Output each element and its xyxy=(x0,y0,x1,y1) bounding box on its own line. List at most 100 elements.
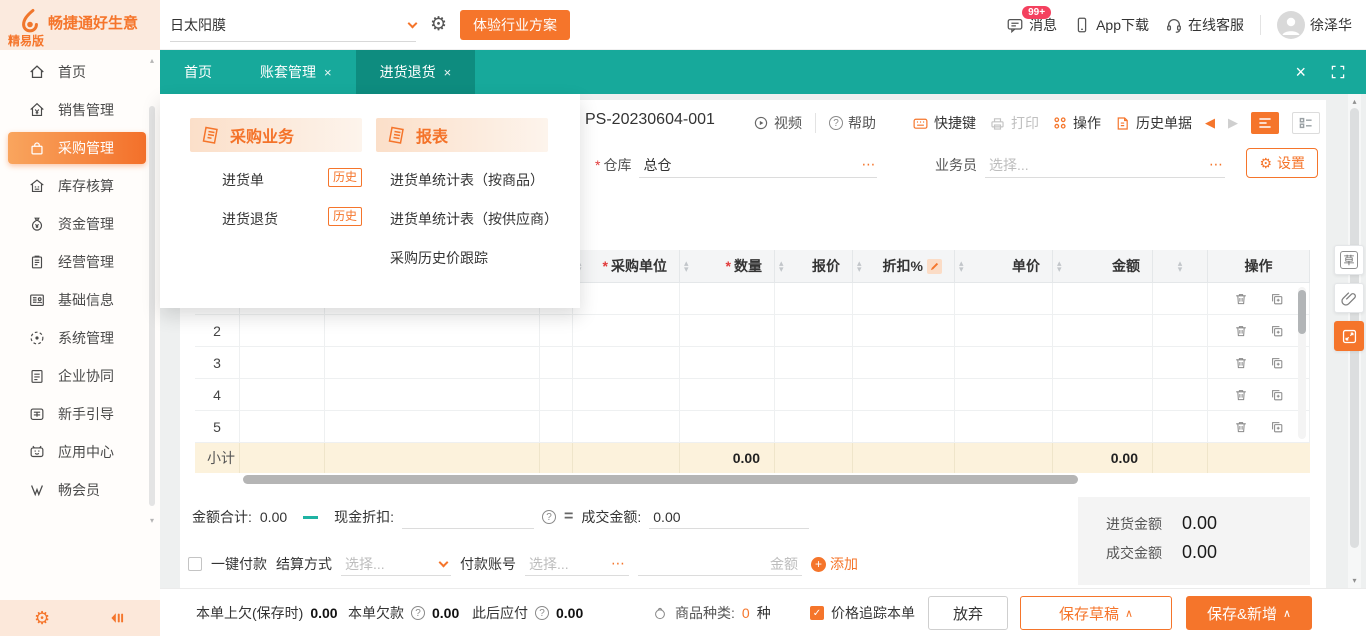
menu-item-price-history[interactable]: 采购历史价跟踪 xyxy=(390,248,488,268)
trial-plan-button[interactable]: 体验行业方案 xyxy=(460,10,570,40)
sidebar-item-app-center[interactable]: 应用中心 xyxy=(8,436,146,468)
app-download-button[interactable]: App下载 xyxy=(1073,15,1149,35)
prev-debt: 本单上欠(保存时)0.00 xyxy=(196,589,338,636)
divider xyxy=(1260,15,1261,35)
sidebar-item-purchase[interactable]: 采购管理 xyxy=(8,132,146,164)
tab-purchase-return[interactable]: 进货退货× xyxy=(356,50,476,94)
menu-item-stats-by-supplier[interactable]: 进货单统计表（按供应商） xyxy=(390,209,558,229)
picker-ellipsis-icon[interactable]: ⋯ xyxy=(611,555,625,572)
scrollbar-thumb[interactable] xyxy=(243,475,1078,484)
sidebar-item-membership[interactable]: 畅会员 xyxy=(8,474,146,506)
close-all-tabs-icon[interactable]: × xyxy=(1295,62,1306,83)
sort-icon[interactable]: ▴▾ xyxy=(1178,260,1183,272)
messages-button[interactable]: 消息 99+ xyxy=(1006,15,1057,35)
sidebar-item-sales[interactable]: 销售管理 xyxy=(8,94,146,126)
scroll-up-icon[interactable]: ▴ xyxy=(147,56,157,65)
history-badge[interactable]: 历史 xyxy=(328,207,362,226)
video-help-button[interactable]: 视频 xyxy=(753,113,802,133)
discard-button[interactable]: 放弃 xyxy=(928,596,1008,630)
scrollbar-thumb[interactable] xyxy=(149,106,155,506)
horizontal-scrollbar[interactable] xyxy=(195,475,1310,484)
save-draft-button[interactable]: 保存草稿∧ xyxy=(1020,596,1172,630)
tab-home[interactable]: 首页 xyxy=(160,50,236,94)
salesman-input[interactable]: 选择... ⋯ xyxy=(985,152,1225,178)
hotkeys-button[interactable]: 快捷键 xyxy=(912,113,976,133)
history-badge[interactable]: 历史 xyxy=(328,168,362,187)
sort-icon[interactable]: ▴▾ xyxy=(857,260,862,272)
price-track-toggle[interactable]: ✓ 价格追踪本单 xyxy=(810,589,915,636)
menu-item-purchase-return[interactable]: 进货退货 xyxy=(222,209,278,229)
onekey-pay-checkbox[interactable] xyxy=(188,557,202,571)
sidebar-item-collaboration[interactable]: 企业协同 xyxy=(8,360,146,392)
expand-panel-button[interactable] xyxy=(1334,321,1364,351)
cash-discount-input[interactable] xyxy=(402,505,534,529)
account-selector[interactable]: 日太阳膜 xyxy=(170,9,416,42)
warehouse-input[interactable]: 总仓 ⋯ xyxy=(639,152,877,178)
sidebar-item-system[interactable]: 系统管理 xyxy=(8,322,146,354)
prev-doc-icon[interactable]: ◀ xyxy=(1205,115,1215,131)
next-doc-icon[interactable]: ▶ xyxy=(1228,115,1238,131)
close-icon[interactable]: × xyxy=(444,65,452,80)
sort-icon[interactable]: ▴▾ xyxy=(779,260,784,272)
tab-account-books[interactable]: 账套管理× xyxy=(236,50,356,94)
help-button[interactable]: ? 帮助 xyxy=(829,113,876,133)
user-menu[interactable]: 徐泽华 xyxy=(1277,11,1352,39)
menu-item-purchase-order[interactable]: 进货单 xyxy=(222,170,264,190)
pay-account-select[interactable]: 选择...⋯ xyxy=(525,552,629,576)
sort-icon[interactable]: ▴▾ xyxy=(959,260,964,272)
table-vertical-scrollbar[interactable] xyxy=(1298,287,1306,439)
delete-row-icon[interactable] xyxy=(1233,323,1249,339)
close-icon[interactable]: × xyxy=(324,65,332,80)
settle-method-select[interactable]: 选择... xyxy=(341,552,451,576)
settings-button[interactable]: ⚙ 设置 xyxy=(1246,148,1318,178)
picker-ellipsis-icon[interactable]: ⋯ xyxy=(1209,156,1223,173)
picker-ellipsis-icon[interactable]: ⋯ xyxy=(861,156,875,173)
sidebar-item-inventory[interactable]: 库存核算 xyxy=(8,170,146,202)
delete-row-icon[interactable] xyxy=(1233,291,1249,307)
sidebar-item-basic-info[interactable]: 基础信息 xyxy=(8,284,146,316)
app-logo[interactable]: 畅捷通好生意 精易版 xyxy=(0,0,160,50)
sidebar-item-operations[interactable]: 经营管理 xyxy=(8,246,146,278)
delete-row-icon[interactable] xyxy=(1233,387,1249,403)
add-payment-button[interactable]: + 添加 xyxy=(811,554,858,574)
sort-icon[interactable]: ▴▾ xyxy=(684,260,689,272)
settings-gear-icon[interactable]: ⚙ xyxy=(34,608,50,629)
scroll-down-icon[interactable]: ▾ xyxy=(1348,576,1361,585)
copy-row-icon[interactable] xyxy=(1269,323,1285,339)
scroll-down-icon[interactable]: ▾ xyxy=(147,516,157,525)
question-icon[interactable]: ? xyxy=(542,510,556,524)
copy-row-icon[interactable] xyxy=(1269,291,1285,307)
attachment-button[interactable] xyxy=(1334,283,1364,313)
delete-row-icon[interactable] xyxy=(1233,419,1249,435)
actions-button[interactable]: 操作 xyxy=(1052,113,1101,133)
price-track-checkbox[interactable]: ✓ xyxy=(810,606,824,620)
scrollbar-thumb[interactable] xyxy=(1298,290,1306,334)
menu-item-stats-by-product[interactable]: 进货单统计表（按商品） xyxy=(390,170,544,190)
copy-row-icon[interactable] xyxy=(1269,355,1285,371)
pay-amount-input[interactable]: 金额 xyxy=(638,552,802,576)
online-support-button[interactable]: 在线客服 xyxy=(1165,15,1244,35)
account-gear-icon[interactable]: ⚙ xyxy=(430,13,447,36)
print-button[interactable]: 打印 xyxy=(989,113,1039,133)
table-row: 5 xyxy=(195,411,1310,443)
delete-row-icon[interactable] xyxy=(1233,355,1249,371)
form-view-toggle[interactable] xyxy=(1292,112,1320,134)
collapse-sidebar-icon[interactable] xyxy=(108,610,126,626)
history-docs-button[interactable]: 历史单据 xyxy=(1114,113,1192,133)
save-and-new-button[interactable]: 保存&新增∧ xyxy=(1186,596,1312,630)
sidebar-scrollbar[interactable]: ▴ ▾ xyxy=(147,54,157,594)
question-icon[interactable]: ? xyxy=(411,606,425,620)
list-view-toggle[interactable] xyxy=(1251,112,1279,134)
edit-discount-icon[interactable] xyxy=(927,259,942,274)
sidebar-item-funds[interactable]: 资金管理 xyxy=(8,208,146,240)
copy-row-icon[interactable] xyxy=(1269,387,1285,403)
sort-icon[interactable]: ▴▾ xyxy=(1057,260,1062,272)
sidebar-item-home[interactable]: 首页 xyxy=(8,56,146,88)
question-icon[interactable]: ? xyxy=(535,606,549,620)
scroll-up-icon[interactable]: ▴ xyxy=(1348,97,1361,106)
sidebar-item-guide[interactable]: 新手引导 xyxy=(8,398,146,430)
draft-box-button[interactable]: 草 xyxy=(1334,245,1364,275)
fullscreen-icon[interactable] xyxy=(1330,64,1346,80)
menu-section-reports: 报表 xyxy=(376,118,548,152)
copy-row-icon[interactable] xyxy=(1269,419,1285,435)
